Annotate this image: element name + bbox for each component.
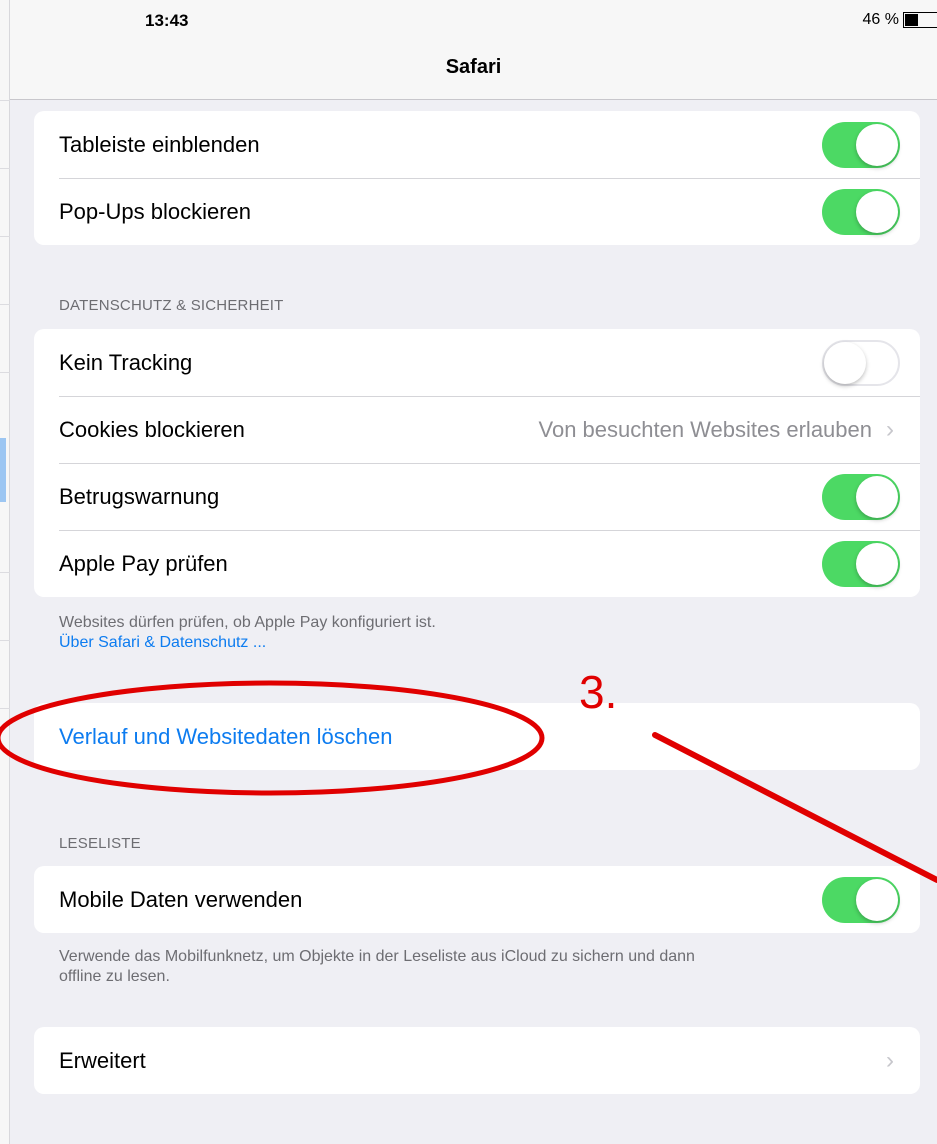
row-label: Kein Tracking <box>59 349 193 375</box>
edge-divider <box>0 304 10 305</box>
settings-group-reading-list: Mobile Daten verwenden <box>34 866 920 933</box>
row-detail: Von besuchten Websites erlauben › <box>539 416 895 444</box>
edge-divider <box>0 572 10 573</box>
footer-text: Websites dürfen prüfen, ob Apple Pay kon… <box>59 614 436 631</box>
row-label: Verlauf und Websitedaten löschen <box>59 723 393 749</box>
row-check-apple-pay[interactable]: Apple Pay prüfen <box>34 530 920 597</box>
privacy-info-link[interactable]: Über Safari & Datenschutz ... <box>59 633 436 653</box>
battery-icon <box>903 12 937 28</box>
footer-text-line: Verwende das Mobilfunknetz, um Objekte i… <box>59 948 695 965</box>
row-do-not-track[interactable]: Kein Tracking <box>34 329 920 396</box>
row-block-popups[interactable]: Pop-Ups blockieren <box>34 178 920 245</box>
chevron-right-icon: › <box>886 1046 894 1074</box>
status-bar: 13:43 46 % <box>10 0 937 38</box>
navigation-bar: Safari <box>10 38 937 100</box>
row-label: Mobile Daten verwenden <box>59 886 303 912</box>
toggle-switch-on[interactable] <box>822 473 900 520</box>
clear-history-button[interactable]: Verlauf und Websitedaten löschen <box>34 703 920 770</box>
toggle-switch-on[interactable] <box>822 540 900 587</box>
edge-divider <box>0 708 10 709</box>
toggle-switch-on[interactable] <box>822 876 900 923</box>
row-label: Apple Pay prüfen <box>59 550 228 576</box>
chevron-right-icon: › <box>886 415 894 443</box>
split-view-master-edge <box>0 0 10 1144</box>
row-label: Tableiste einblenden <box>59 131 260 157</box>
status-time: 13:43 <box>145 11 189 30</box>
row-label: Betrugswarnung <box>59 483 220 509</box>
footer-text-line: offline zu lesen. <box>59 968 170 985</box>
section-footer-reading-list: Verwende das Mobilfunknetz, um Objekte i… <box>59 947 695 987</box>
settings-group-clear: Verlauf und Websitedaten löschen <box>34 703 920 770</box>
section-header-privacy: DATENSCHUTZ & SICHERHEIT <box>59 297 284 314</box>
edge-divider <box>0 236 10 237</box>
settings-group-privacy: Kein Tracking Cookies blockieren Von bes… <box>34 329 920 597</box>
edge-divider <box>0 372 10 373</box>
row-advanced[interactable]: Erweitert › <box>34 1027 920 1094</box>
status-battery: 46 % <box>863 11 937 29</box>
row-use-cellular-data[interactable]: Mobile Daten verwenden <box>34 866 920 933</box>
annotation-step-label: 3. <box>579 666 618 718</box>
row-show-tab-bar[interactable]: Tableiste einblenden <box>34 111 920 178</box>
edge-selected-indicator <box>0 438 6 502</box>
settings-group-advanced: Erweitert › <box>34 1027 920 1094</box>
row-block-cookies[interactable]: Cookies blockieren Von besuchten Website… <box>34 396 920 463</box>
settings-group-tabs: Tableiste einblenden Pop-Ups blockieren <box>34 111 920 245</box>
edge-divider <box>0 168 10 169</box>
row-label: Erweitert <box>59 1047 146 1073</box>
row-label: Cookies blockieren <box>59 416 245 442</box>
toggle-switch-off[interactable] <box>822 339 900 386</box>
edge-divider <box>0 640 10 641</box>
row-label: Pop-Ups blockieren <box>59 198 251 224</box>
page-title: Safari <box>445 56 502 78</box>
toggle-switch-on[interactable] <box>822 188 900 235</box>
edge-divider <box>0 100 10 101</box>
row-value: Von besuchten Websites erlauben <box>538 416 873 442</box>
toggle-switch-on[interactable] <box>822 121 900 168</box>
row-detail: › <box>886 1047 894 1075</box>
section-header-reading-list: LESELISTE <box>59 835 141 852</box>
battery-percent: 46 % <box>862 11 899 28</box>
row-fraud-warning[interactable]: Betrugswarnung <box>34 463 920 530</box>
section-footer-privacy: Websites dürfen prüfen, ob Apple Pay kon… <box>59 613 436 653</box>
